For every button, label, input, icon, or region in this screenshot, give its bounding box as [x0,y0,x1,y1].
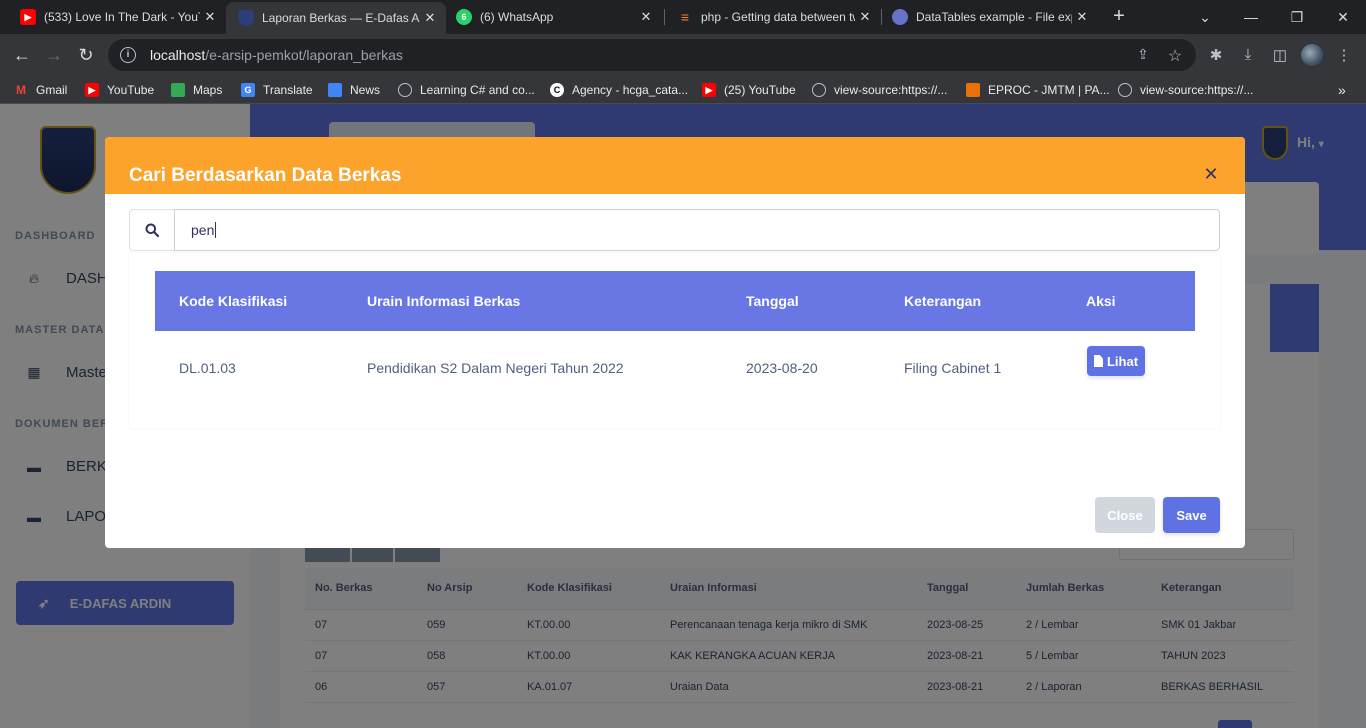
agency-icon: C [550,83,564,97]
jakarta-emblem-icon [238,10,254,26]
result-kode: DL.01.03 [179,360,236,376]
bookmark-view-source-1[interactable]: view-source:https://... [812,81,947,99]
datatables-icon [892,9,908,25]
tab-search-chevron-icon[interactable]: ⌄ [1182,0,1228,34]
tab-title: (6) WhatsApp [480,10,554,24]
bookmark-gmail[interactable]: M Gmail [14,81,67,99]
restore-button[interactable]: ❐ [1274,0,1320,34]
url-bar[interactable]: i localhost/e-arsip-pemkot/laporan_berka… [108,39,1196,71]
lihat-button[interactable]: Lihat [1087,346,1145,376]
tab-title: DataTables example - File export [916,10,1072,24]
address-toolbar: ← → ↻ i localhost/e-arsip-pemkot/laporan… [0,34,1366,76]
youtube-icon: ▶ [20,9,36,25]
modal-header: Cari Berdasarkan Data Berkas ✕ [105,137,1245,194]
download-icon[interactable]: ⤓ [1238,46,1258,66]
results-card: Kode Klasifikasi Urain Informasi Berkas … [129,253,1220,428]
col-aksi: Aksi [1086,293,1116,309]
close-icon[interactable]: ✕ [855,9,875,25]
bookmark-eproc[interactable]: EPROC - JMTM | PA... [966,81,1110,99]
result-keterangan: Filing Cabinet 1 [904,360,1002,376]
results-header-row: Kode Klasifikasi Urain Informasi Berkas … [155,271,1195,331]
web-page: DASHBOARD 🔥︎DASHBOARD MASTER DATA ▦Maste… [0,104,1366,728]
youtube-icon: ▶ [702,83,716,97]
youtube-icon: ▶ [85,83,99,97]
bookmarks-bar: M Gmail ▶ YouTube Maps G Translate News Lea… [0,76,1366,104]
close-icon[interactable]: ✕ [1072,9,1092,25]
close-icon[interactable]: ✕ [636,9,656,25]
save-button[interactable]: Save [1163,497,1220,533]
search-berkas-modal: Cari Berdasarkan Data Berkas ✕ pen Kode … [105,137,1245,548]
bookmark-learning-csharp[interactable]: Learning C# and co... [398,81,535,99]
maps-icon [171,83,185,97]
url-text: localhost/e-arsip-pemkot/laporan_berkas [150,47,403,63]
result-uraian: Pendidikan S2 Dalam Negeri Tahun 2022 [367,360,624,376]
bookmark-star-icon[interactable]: ☆ [1166,46,1184,65]
close-icon[interactable]: ✕ [420,10,440,26]
side-panel-icon[interactable]: ◫ [1270,46,1290,66]
globe-icon [812,83,826,97]
minimize-button[interactable]: — [1228,0,1274,34]
tab-youtube-love[interactable]: ▶ (533) Love In The Dark - YouTube ✕ [0,0,226,34]
file-icon [1093,355,1103,367]
col-tanggal: Tanggal [746,293,799,309]
close-button[interactable]: Close [1095,497,1155,533]
news-icon [328,83,342,97]
tab-strip: ▶ (533) Love In The Dark - YouTube ✕ Lap… [0,0,1366,34]
result-tanggal: 2023-08-20 [746,360,818,376]
profile-avatar[interactable] [1301,44,1323,66]
site-info-icon[interactable]: i [120,47,136,63]
modal-title: Cari Berdasarkan Data Berkas [129,165,402,186]
bookmark-youtube[interactable]: ▶ YouTube [85,81,154,99]
tab-whatsapp[interactable]: 6 (6) WhatsApp ✕ [446,0,662,34]
translate-icon: G [241,83,255,97]
stackoverflow-icon: ≡ [680,9,690,25]
share-icon[interactable]: ⇪ [1134,46,1152,64]
whatsapp-icon: 6 [456,9,472,25]
globe-icon [398,83,412,97]
search-input[interactable]: pen [174,209,1220,251]
bookmark-agency[interactable]: C Agency - hcga_cata... [550,81,688,99]
new-tab-button[interactable]: + [1108,5,1130,27]
tab-title: php - Getting data between two tables [701,10,855,24]
reload-icon[interactable]: ↻ [74,43,98,67]
close-window-button[interactable]: ✕ [1320,0,1366,34]
more-bookmarks-chevron-icon[interactable]: » [1338,81,1346,99]
bookmark-news[interactable]: News [328,81,380,99]
col-urain-informasi-berkas: Urain Informasi Berkas [367,293,521,309]
bookmark-translate[interactable]: G Translate [241,81,313,99]
tab-title: (533) Love In The Dark - YouTube [44,10,200,24]
gmail-icon: M [16,83,26,97]
text-caret [215,222,217,238]
eproc-icon [966,83,980,97]
col-kode-klasifikasi: Kode Klasifikasi [179,293,288,309]
back-arrow-icon[interactable]: ← [10,43,34,67]
kebab-menu-icon[interactable]: ⋮ [1334,46,1354,66]
bookmark-youtube-25[interactable]: ▶ (25) YouTube [702,81,796,99]
tab-datatables[interactable]: DataTables example - File export ✕ [882,0,1098,34]
close-icon[interactable]: ✕ [1201,164,1221,184]
bookmark-maps[interactable]: Maps [171,81,222,99]
extensions-puzzle-icon[interactable]: ✱ [1206,46,1226,66]
search-input-group: pen [129,209,1220,251]
tab-stackoverflow[interactable]: ≡ php - Getting data between two tables … [665,0,881,34]
close-icon[interactable]: ✕ [200,9,220,25]
tab-title: Laporan Berkas — E-Dafas Ardin [262,11,420,25]
search-icon [129,209,174,251]
bookmark-view-source-2[interactable]: view-source:https://... [1118,81,1253,99]
tab-laporan-berkas[interactable]: Laporan Berkas — E-Dafas Ardin ✕ [226,2,446,34]
globe-icon [1118,83,1132,97]
col-keterangan: Keterangan [904,293,982,309]
forward-arrow-icon[interactable]: → [42,43,66,67]
